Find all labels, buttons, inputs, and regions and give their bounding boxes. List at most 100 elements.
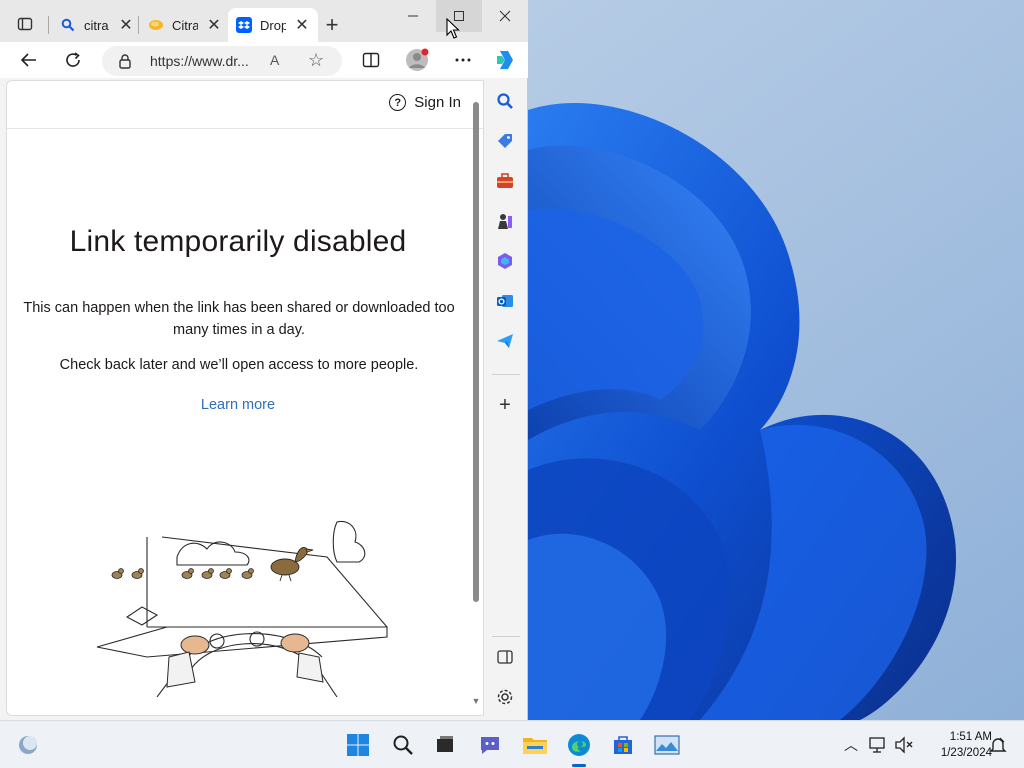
sidebar-outlook-button[interactable] [494, 290, 516, 312]
page-title: Link temporarily disabled [69, 225, 407, 258]
tools-icon [497, 173, 513, 188]
store-icon [614, 736, 632, 754]
edge-browser-button[interactable] [565, 731, 593, 759]
file-explorer-button[interactable] [521, 731, 549, 759]
notification-bell-icon [989, 737, 1007, 752]
back-arrow-icon [20, 53, 36, 67]
sidebar-divider [492, 636, 520, 637]
tab-citra-search[interactable]: citra ✕ [52, 8, 142, 42]
volume-muted-icon [895, 736, 913, 754]
games-icon [498, 214, 512, 229]
tab-label: Drop [260, 17, 286, 33]
gear-icon [497, 689, 513, 705]
lock-icon [118, 53, 132, 74]
tab-separator [138, 16, 139, 34]
photos-app-button[interactable] [653, 731, 681, 759]
tab-actions-button[interactable] [8, 10, 42, 38]
split-screen-button[interactable] [356, 45, 386, 75]
volume-button[interactable] [890, 731, 918, 759]
tab-separator [48, 16, 49, 34]
page-scrollbar[interactable]: ▼ [470, 98, 482, 714]
tab-label: Citra [172, 17, 198, 33]
scrollbar-thumb[interactable] [473, 102, 479, 602]
taskbar: ︿ 1:51 AM 1/23/2024 [0, 720, 1024, 768]
sidebar-shopping-button[interactable] [494, 130, 516, 152]
tab-close-button[interactable]: ✕ [206, 17, 222, 34]
page-header: ? Sign In [7, 81, 483, 129]
search-icon [393, 735, 413, 755]
network-button[interactable] [864, 731, 892, 759]
tab-actions-icon [17, 17, 33, 31]
split-screen-icon [362, 52, 380, 68]
microsoft-store-button[interactable] [609, 731, 637, 759]
copilot-button[interactable] [490, 45, 520, 75]
tab-close-button[interactable]: ✕ [294, 17, 310, 34]
taskbar-search-button[interactable] [389, 731, 417, 759]
active-app-indicator [572, 764, 586, 767]
hide-sidebar-button[interactable] [494, 646, 516, 668]
telegram-icon [497, 334, 513, 348]
edge-icon [568, 734, 590, 756]
chat-button[interactable] [476, 731, 504, 759]
notifications-button[interactable] [984, 731, 1012, 759]
task-view-icon [437, 736, 453, 752]
sign-in-button[interactable]: ? Sign In [389, 94, 461, 111]
sidebar-drop-button[interactable] [494, 330, 516, 352]
show-hidden-icons-chevron-icon[interactable]: ︿ [844, 735, 858, 755]
sidebar-microsoft-365-button[interactable] [494, 250, 516, 272]
taskbar-clock[interactable]: 1:51 AM 1/23/2024 [918, 729, 992, 761]
clock-date: 1/23/2024 [940, 747, 992, 759]
clock-time: 1:51 AM [949, 731, 992, 743]
new-tab-button[interactable]: + [318, 12, 346, 38]
sidebar-search-button[interactable] [494, 90, 516, 112]
folder-icon [523, 738, 547, 754]
photos-icon [654, 735, 680, 755]
address-bar[interactable]: https://www.dr... A ☆ [102, 46, 342, 76]
web-page: ? Sign In Link temporarily disabled This… [6, 80, 484, 716]
profile-button[interactable] [402, 45, 432, 75]
copilot-icon [497, 51, 513, 69]
back-button[interactable] [14, 45, 44, 75]
mouse-cursor-icon [446, 18, 460, 39]
learn-more-link[interactable]: Learn more [7, 397, 469, 413]
browser-toolbar: https://www.dr... A ☆ [0, 42, 528, 78]
read-aloud-icon[interactable]: A [270, 52, 279, 68]
browser-window: citra ✕ Citra ✕ Drop ✕ + https://www.dr.… [0, 0, 528, 720]
task-view-button[interactable] [431, 731, 459, 759]
more-menu-button[interactable] [448, 45, 478, 75]
sidebar-tools-button[interactable] [494, 170, 516, 192]
help-icon: ? [389, 94, 407, 111]
edge-sidebar: + [486, 80, 526, 720]
favorite-star-icon[interactable]: ☆ [308, 50, 324, 71]
weather-widget-icon [19, 736, 37, 754]
start-button[interactable] [344, 731, 372, 759]
sidebar-settings-button[interactable] [494, 686, 516, 708]
search-icon [60, 17, 76, 33]
widgets-button[interactable] [14, 731, 42, 759]
ducks-crossing-illustration [96, 520, 388, 697]
title-bar: citra ✕ Citra ✕ Drop ✕ + [0, 0, 528, 42]
sidebar-games-button[interactable] [494, 210, 516, 232]
minimize-button[interactable] [390, 0, 436, 32]
microsoft-365-icon [498, 253, 512, 269]
scroll-down-arrow-icon[interactable]: ▼ [470, 696, 482, 708]
citra-icon [148, 17, 164, 33]
network-icon [869, 737, 885, 753]
tab-citra[interactable]: Citra ✕ [140, 8, 230, 42]
sidebar-toggle-icon [497, 650, 513, 664]
sidebar-add-button[interactable]: + [494, 394, 516, 416]
tab-dropbox[interactable]: Drop ✕ [228, 8, 318, 42]
close-window-button[interactable] [482, 0, 528, 32]
sign-in-label: Sign In [414, 94, 461, 111]
more-dots-icon [455, 58, 471, 62]
minimize-icon [408, 15, 418, 17]
windows-start-icon [347, 734, 369, 756]
refresh-button[interactable] [58, 45, 88, 75]
check-back-text: Check back later and we’ll open access t… [59, 357, 419, 373]
search-icon [497, 93, 513, 109]
sidebar-divider [492, 374, 520, 375]
tab-close-button[interactable]: ✕ [118, 17, 134, 34]
dropbox-icon [236, 17, 252, 33]
profile-avatar-icon [406, 48, 429, 71]
tab-label: citra [84, 17, 109, 33]
